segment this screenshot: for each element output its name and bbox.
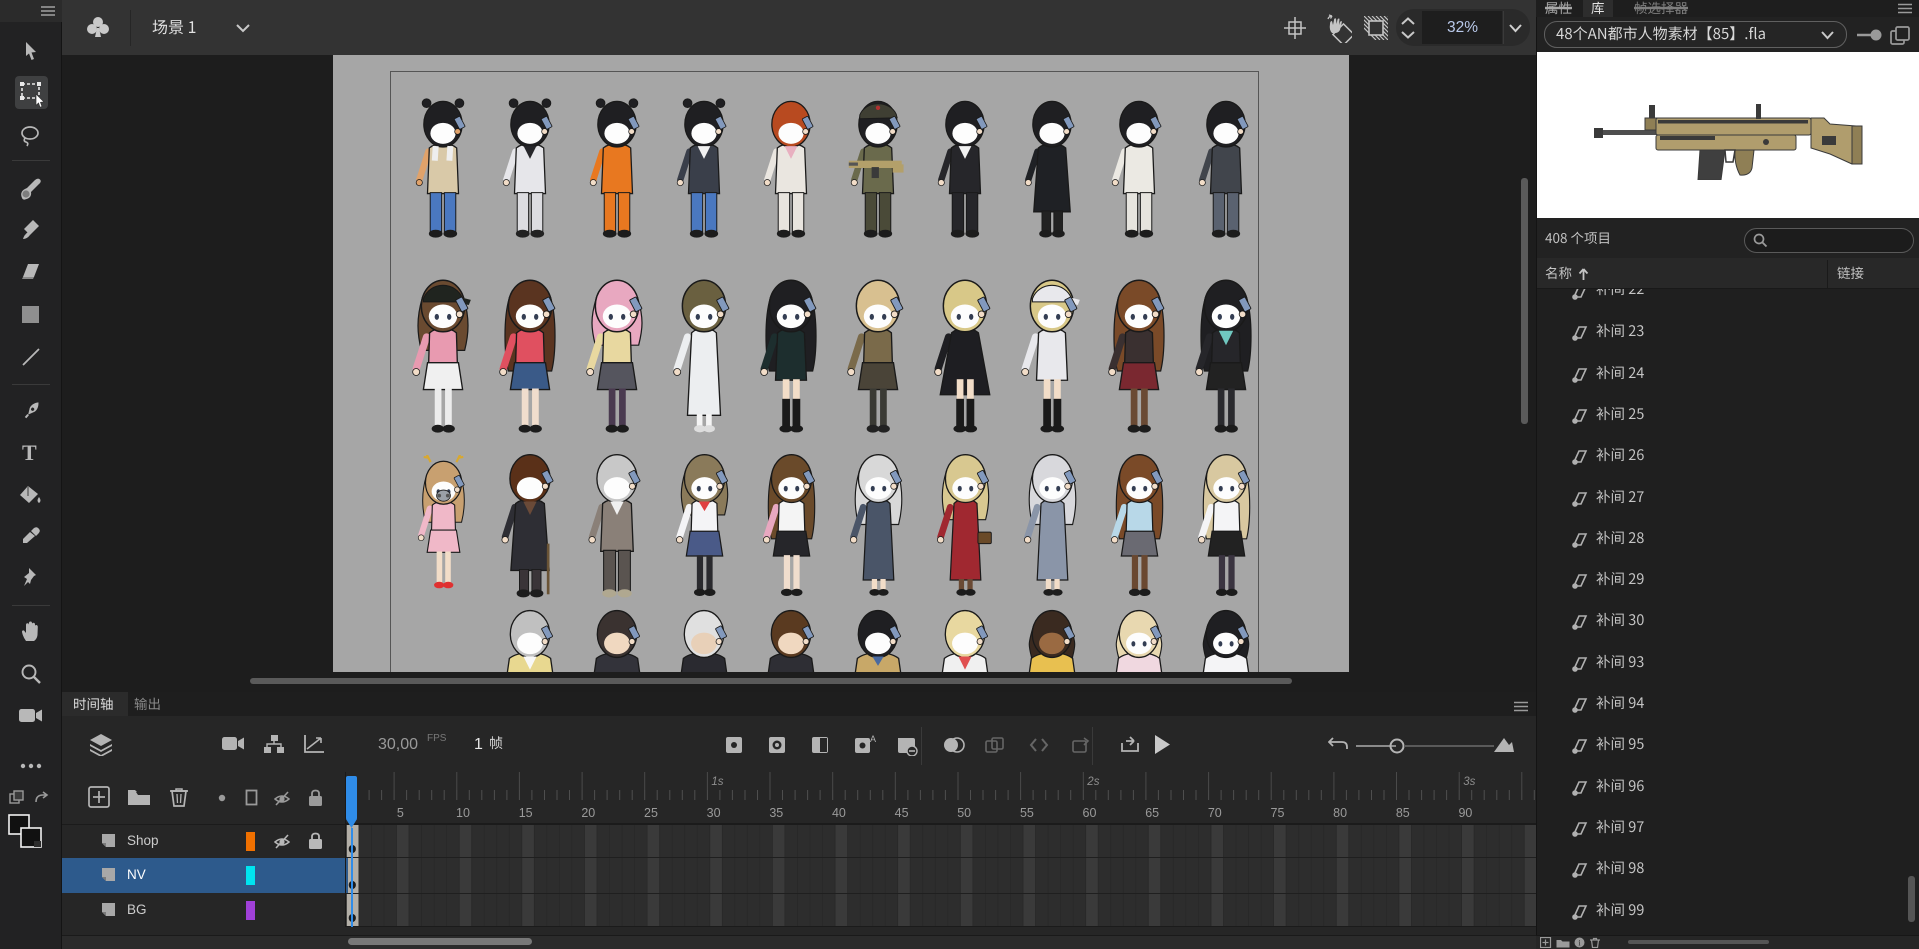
svg-text:30: 30	[707, 806, 721, 820]
svg-text:85: 85	[1396, 806, 1410, 820]
svg-text:2s: 2s	[1086, 776, 1099, 788]
svg-text:5: 5	[397, 806, 404, 820]
svg-text:65: 65	[1145, 806, 1159, 820]
svg-text:40: 40	[832, 806, 846, 820]
svg-text:25: 25	[644, 806, 658, 820]
svg-text:45: 45	[895, 806, 909, 820]
svg-text:1s: 1s	[711, 776, 723, 788]
svg-text:55: 55	[1020, 806, 1034, 820]
svg-text:90: 90	[1458, 806, 1472, 820]
svg-text:60: 60	[1083, 806, 1097, 820]
svg-text:70: 70	[1208, 806, 1222, 820]
svg-text:20: 20	[581, 806, 595, 820]
svg-text:10: 10	[456, 806, 470, 820]
svg-text:A: A	[870, 734, 876, 744]
svg-text:75: 75	[1271, 806, 1285, 820]
svg-text:3s: 3s	[1463, 776, 1475, 788]
svg-text:80: 80	[1333, 806, 1347, 820]
svg-text:15: 15	[519, 806, 533, 820]
svg-text:35: 35	[769, 806, 783, 820]
svg-text:50: 50	[957, 806, 971, 820]
